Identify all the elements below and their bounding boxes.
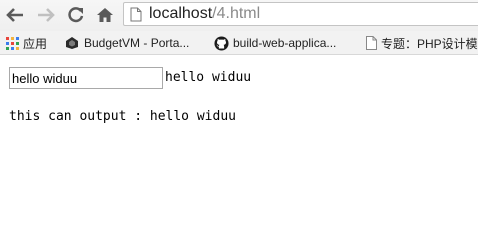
echo-text: hello widuu	[165, 70, 252, 85]
output-text: this can output : hello widuu	[9, 109, 236, 124]
bookmark-budgetvm[interactable]: BudgetVM - Porta...	[64, 34, 189, 52]
url-text: localhost/4.html	[149, 4, 260, 24]
arrow-left-icon	[6, 8, 23, 22]
home-button[interactable]	[94, 4, 116, 26]
bookmark-label: 专题：PHP设计模	[381, 36, 478, 51]
bookmark-github[interactable]: build-web-applica...	[214, 34, 336, 52]
reload-icon	[68, 7, 84, 23]
page-icon	[366, 36, 377, 50]
page-icon	[130, 7, 142, 26]
bookmark-label: 应用	[23, 36, 48, 51]
bookmark-apps[interactable]: 应用	[6, 34, 47, 52]
text-input[interactable]	[9, 67, 163, 89]
forward-button[interactable]	[35, 4, 57, 26]
browser-toolbar: localhost/4.html	[0, 0, 478, 31]
arrow-right-icon	[38, 8, 55, 22]
budgetvm-logo-icon	[64, 36, 80, 50]
bookmark-label: BudgetVM - Porta...	[84, 36, 190, 50]
github-icon	[214, 35, 229, 51]
url-path: /4.html	[212, 5, 261, 22]
home-icon	[97, 8, 113, 22]
page-content: hello widuu this can output : hello widu…	[0, 55, 478, 222]
bookmarks-bar: 应用 BudgetVM - Porta... build-web-applica…	[0, 31, 478, 55]
url-host: localhost	[149, 5, 213, 22]
reload-button[interactable]	[65, 4, 87, 26]
bookmark-php-topic[interactable]: 专题：PHP设计模	[366, 34, 478, 52]
back-button[interactable]	[4, 4, 26, 26]
address-bar[interactable]: localhost/4.html	[123, 2, 478, 26]
bookmark-label: build-web-applica...	[233, 36, 337, 50]
apps-grid-icon	[6, 36, 19, 50]
